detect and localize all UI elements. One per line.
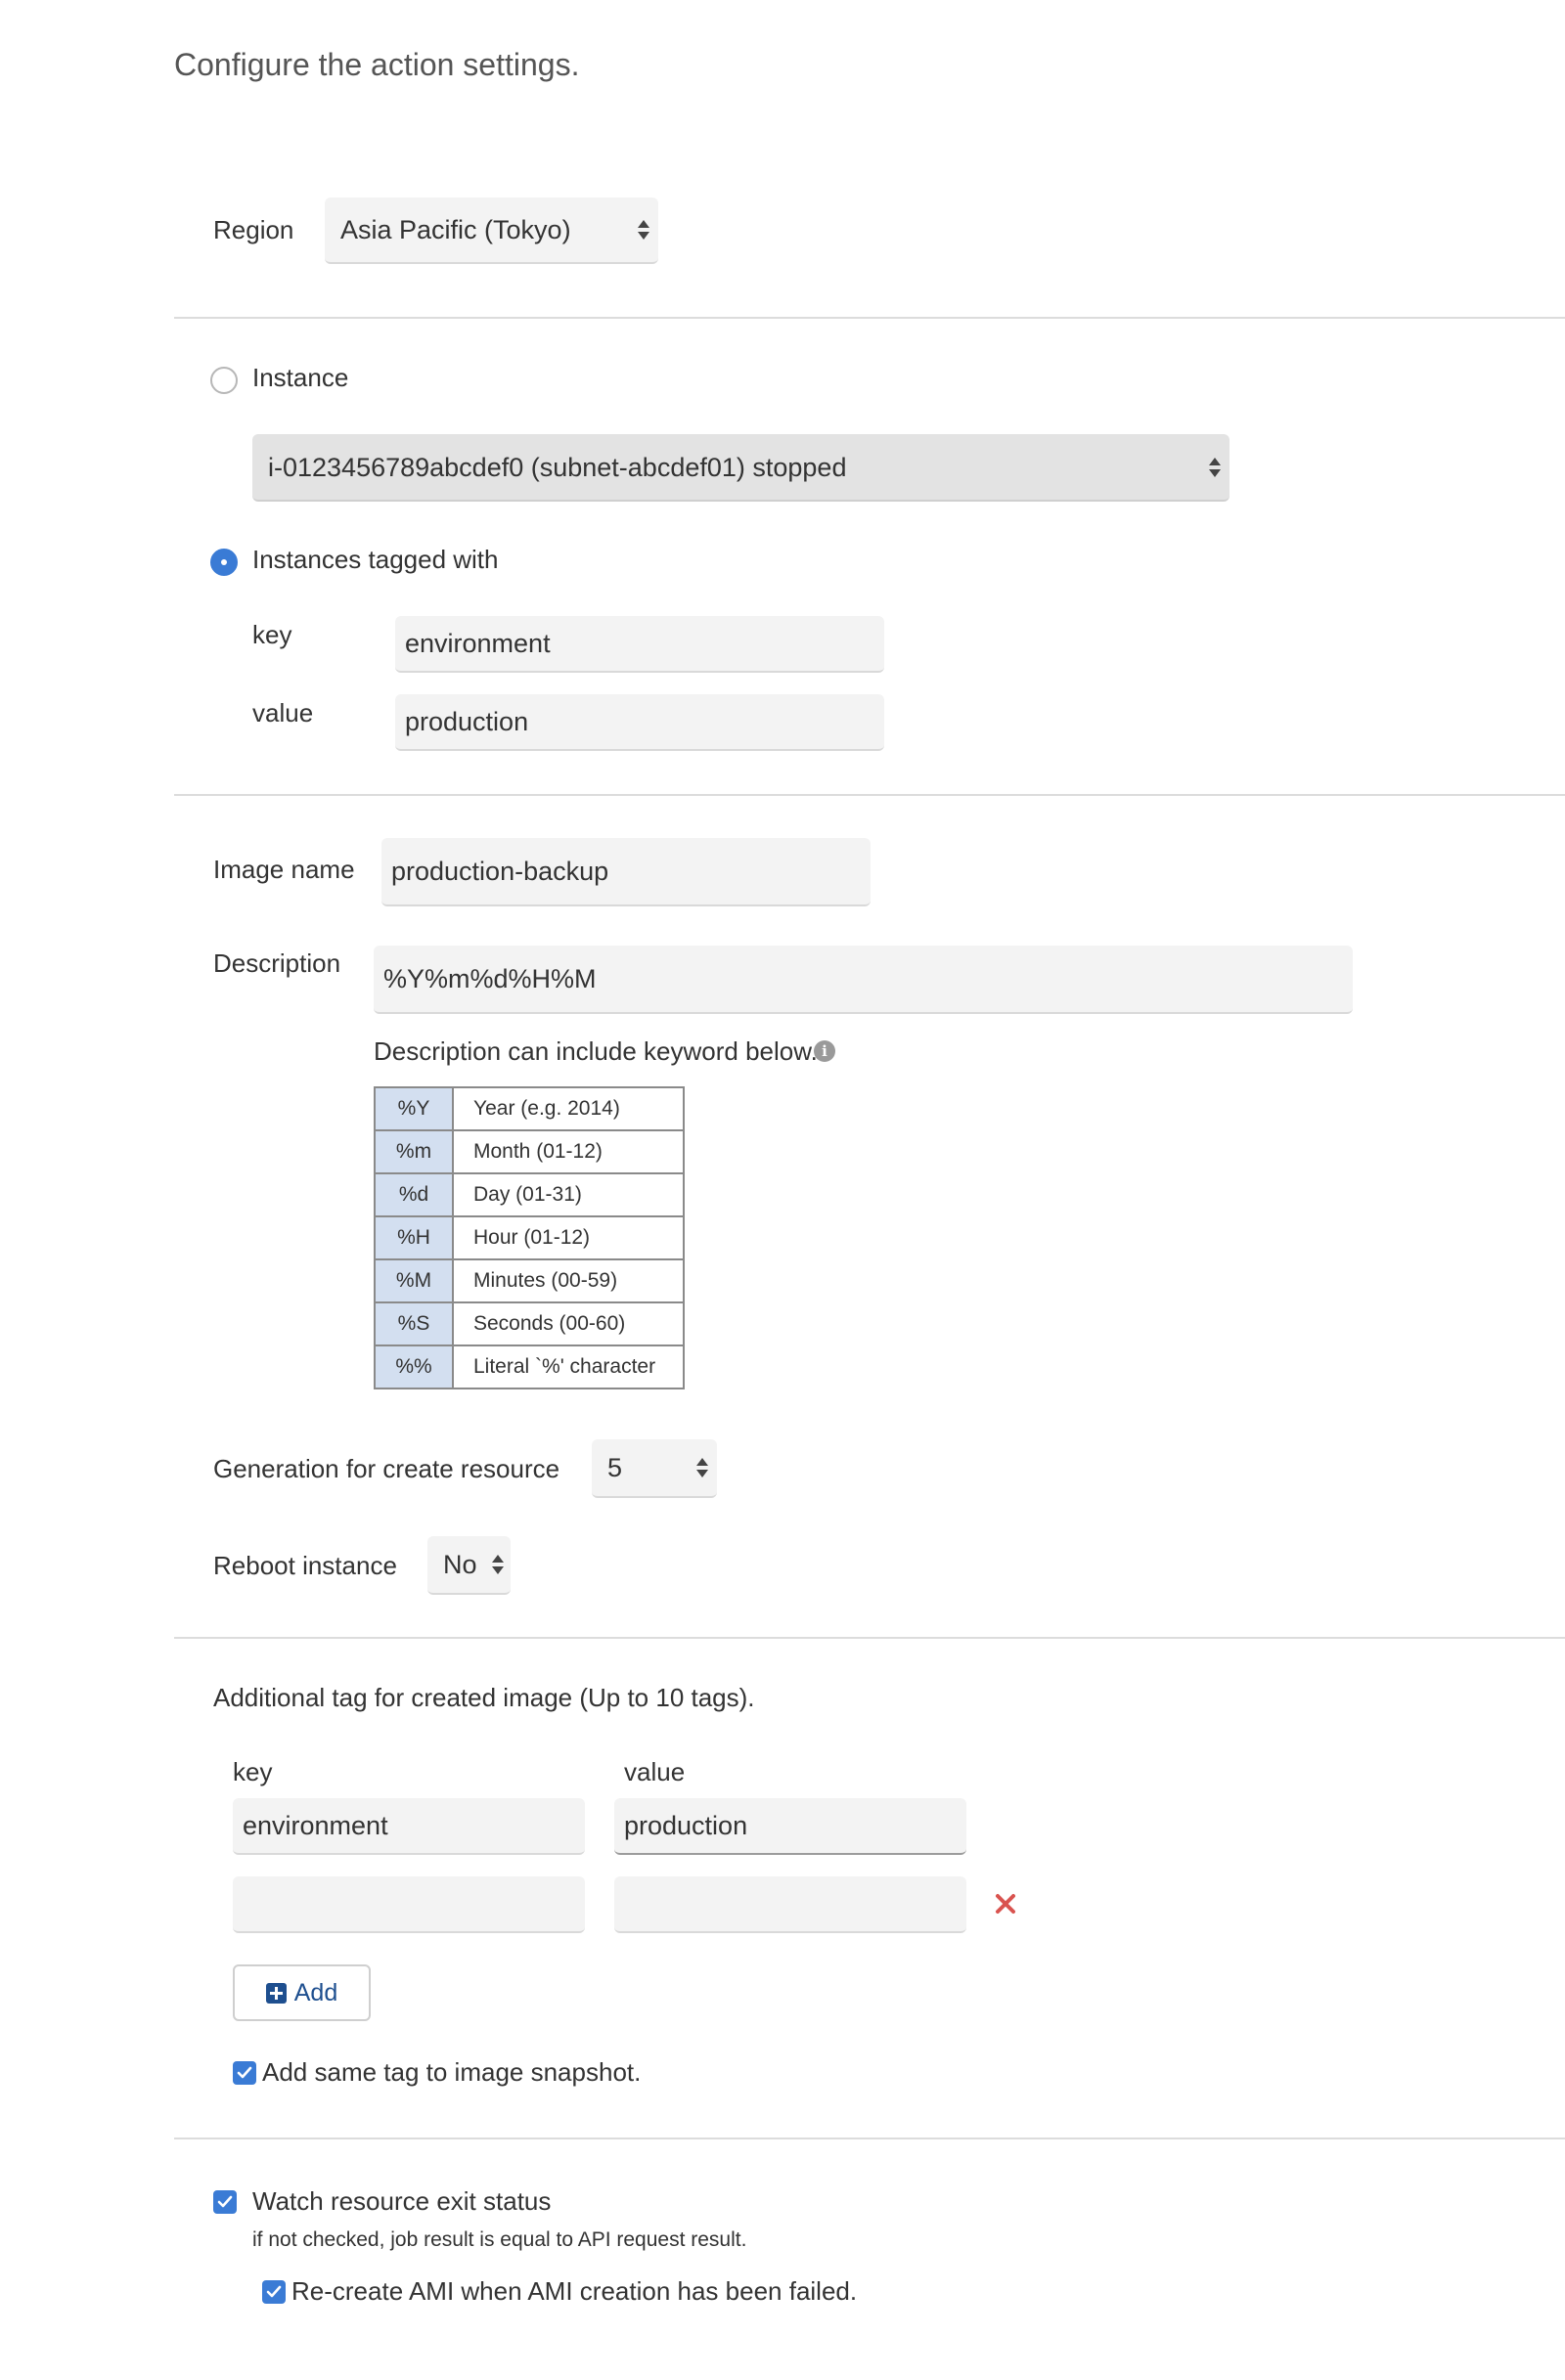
keyword-description: Month (01-12): [452, 1129, 685, 1174]
tags-heading: Additional tag for created image (Up to …: [213, 1683, 755, 1712]
add-tag-label: Add: [293, 1978, 338, 2006]
tags-key-header: key: [233, 1757, 273, 1786]
instance-label: Instance: [252, 363, 349, 392]
keyword-code: %M: [374, 1258, 454, 1303]
reboot-label: Reboot instance: [213, 1551, 397, 1580]
divider: [174, 317, 1565, 319]
tag-key-input[interactable]: environment: [233, 1798, 585, 1855]
info-icon[interactable]: i: [814, 1040, 835, 1062]
keyword-row: %% Literal `%' character: [374, 1344, 685, 1389]
keyword-description: Year (e.g. 2014): [452, 1086, 685, 1131]
instances-tagged-label: Instances tagged with: [252, 545, 499, 574]
add-tag-button[interactable]: Add: [233, 1964, 371, 2021]
keyword-code: %H: [374, 1215, 454, 1260]
remove-tag-icon[interactable]: [995, 1893, 1016, 1915]
target-value-value: production: [405, 707, 529, 736]
tag-value-input[interactable]: production: [614, 1798, 966, 1855]
generation-select-value: 5: [607, 1453, 623, 1482]
keyword-code: %m: [374, 1129, 454, 1174]
plus-icon: [265, 1982, 287, 2004]
tag-key-value: environment: [243, 1811, 388, 1840]
keyword-description: Literal `%' character: [452, 1344, 685, 1389]
region-select[interactable]: Asia Pacific (Tokyo): [325, 198, 658, 264]
divider: [174, 794, 1565, 796]
reboot-select[interactable]: No: [427, 1536, 511, 1595]
keyword-description: Minutes (00-59): [452, 1258, 685, 1303]
keyword-row: %Y Year (e.g. 2014): [374, 1086, 685, 1131]
recreate-ami-checkbox[interactable]: [262, 2280, 286, 2304]
snapshot-tag-checkbox[interactable]: [233, 2061, 256, 2085]
instance-select-value: i-0123456789abcdef0 (subnet-abcdef01) st…: [268, 452, 847, 482]
target-value-input[interactable]: production: [395, 694, 884, 751]
check-icon: [237, 2066, 252, 2079]
keyword-row: %m Month (01-12): [374, 1129, 685, 1174]
watch-status-checkbox[interactable]: [213, 2190, 237, 2214]
image-name-input[interactable]: production-backup: [381, 838, 871, 906]
divider: [174, 2138, 1565, 2139]
keyword-description: Day (01-31): [452, 1172, 685, 1217]
reboot-select-value: No: [443, 1550, 477, 1579]
keyword-table: %Y Year (e.g. 2014) %m Month (01-12) %d Day (…: [374, 1086, 685, 1389]
region-select-value: Asia Pacific (Tokyo): [340, 215, 571, 244]
select-arrows-icon: [638, 220, 649, 240]
tag-value-value: production: [624, 1811, 748, 1840]
keyword-row: %S Seconds (00-60): [374, 1301, 685, 1346]
keyword-code: %S: [374, 1301, 454, 1346]
tag-value-input[interactable]: [614, 1876, 966, 1933]
description-input[interactable]: %Y%m%d%H%M: [374, 946, 1353, 1014]
keyword-code: %Y: [374, 1086, 454, 1131]
keyword-description: Seconds (00-60): [452, 1301, 685, 1346]
target-key-input[interactable]: environment: [395, 616, 884, 673]
watch-status-hint: if not checked, job result is equal to A…: [252, 2228, 747, 2251]
keyword-row: %M Minutes (00-59): [374, 1258, 685, 1303]
instances-tagged-radio[interactable]: [210, 549, 238, 576]
watch-status-label: Watch resource exit status: [252, 2186, 552, 2216]
keyword-hint: Description can include keyword below.: [374, 1036, 818, 1066]
instance-radio[interactable]: [210, 367, 238, 394]
divider: [174, 1637, 1565, 1639]
keyword-row: %H Hour (01-12): [374, 1215, 685, 1260]
image-name-value: production-backup: [391, 857, 609, 886]
description-value: %Y%m%d%H%M: [383, 964, 597, 993]
tags-value-header: value: [624, 1757, 686, 1786]
snapshot-tag-label: Add same tag to image snapshot.: [262, 2057, 642, 2087]
select-arrows-icon: [696, 1458, 708, 1477]
keyword-row: %d Day (01-31): [374, 1172, 685, 1217]
keyword-code: %d: [374, 1172, 454, 1217]
page-title: Configure the action settings.: [174, 47, 580, 82]
instance-select[interactable]: i-0123456789abcdef0 (subnet-abcdef01) st…: [252, 434, 1230, 502]
keyword-description: Hour (01-12): [452, 1215, 685, 1260]
target-value-label: value: [252, 698, 314, 727]
generation-select[interactable]: 5: [592, 1439, 717, 1498]
region-label: Region: [213, 215, 294, 244]
target-key-value: environment: [405, 629, 551, 658]
select-arrows-icon: [492, 1555, 504, 1574]
check-icon: [266, 2285, 282, 2298]
description-label: Description: [213, 948, 341, 978]
keyword-code: %%: [374, 1344, 454, 1389]
image-name-label: Image name: [213, 855, 355, 884]
target-key-label: key: [252, 620, 292, 649]
generation-label: Generation for create resource: [213, 1454, 560, 1483]
recreate-ami-label: Re-create AMI when AMI creation has been…: [291, 2276, 858, 2306]
tag-key-input[interactable]: [233, 1876, 585, 1933]
select-arrows-icon: [1209, 457, 1221, 477]
check-icon: [217, 2195, 233, 2208]
